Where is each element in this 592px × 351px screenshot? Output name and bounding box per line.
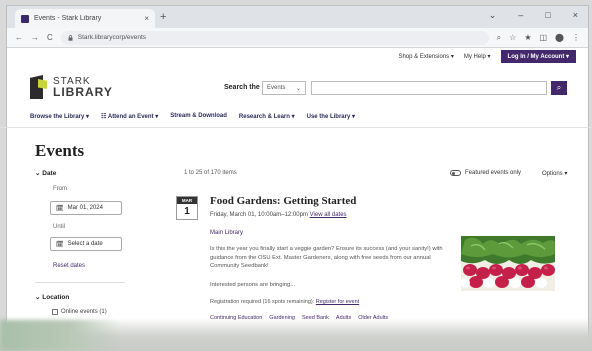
calendar-icon: 🗓	[56, 241, 64, 248]
from-date-value: Mar 01, 2024	[67, 205, 103, 211]
reload-icon[interactable]: C	[47, 33, 53, 42]
new-tab-icon[interactable]: +	[160, 11, 166, 23]
profile-icon[interactable]: ⬤	[555, 33, 564, 43]
nav-use-library[interactable]: Use the Library ▾	[307, 113, 355, 120]
facet-divider	[35, 282, 125, 283]
search-scope-value: Events	[267, 85, 286, 91]
bookmark-star-icon[interactable]: ☆	[509, 33, 516, 43]
until-date-value: Select a date	[67, 241, 103, 247]
search-icon: ⌕	[556, 83, 562, 92]
event-image-radishes[interactable]	[461, 236, 555, 291]
registration-text: Registration required (16 spots remainin…	[210, 299, 315, 305]
calendar-icon: 🗓	[56, 205, 64, 212]
url-text: Stark.librarycorp/events	[77, 34, 147, 41]
maximize-icon[interactable]: □	[545, 10, 550, 21]
toggle-icon	[450, 170, 461, 176]
facet-location-heading[interactable]: ⌄ Location	[35, 293, 69, 301]
address-bar-row: ← → C Stark.librarycorp/events ⌕ ☆ ★ ◫ ⬤…	[7, 28, 588, 48]
event-date-badge: MAR 1	[176, 196, 198, 220]
search-button[interactable]: ⌕	[551, 81, 567, 95]
tab-close-icon[interactable]: ×	[144, 14, 149, 23]
until-date-field[interactable]: 🗓 Select a date	[50, 237, 122, 251]
location-option-label: Online events (1)	[61, 309, 107, 315]
featured-label: Featured events only	[465, 170, 522, 176]
search-input[interactable]	[311, 81, 547, 95]
utility-link-shop[interactable]: Shop & Extensions ▾	[398, 53, 453, 60]
extension-icons: ⌕ ☆ ★ ◫ ⬤ ⋮	[497, 33, 580, 43]
browser-tab[interactable]: Events - Stark Library ×	[15, 9, 155, 28]
window-close-icon[interactable]: ×	[573, 10, 578, 21]
options-dropdown[interactable]: Options ▾	[542, 170, 567, 177]
reset-dates-link[interactable]: Reset dates	[53, 263, 85, 269]
back-icon[interactable]: ←	[15, 33, 23, 42]
until-label: Until	[53, 224, 66, 230]
nav-divider	[0, 127, 592, 128]
event-interest-note: Interested persons are bringing...	[210, 282, 296, 288]
sidepanel-icon[interactable]: ◫	[539, 33, 547, 43]
utility-link-help[interactable]: My Help ▾	[464, 53, 491, 60]
event-description: Is this the year you finally start a veg…	[210, 246, 443, 269]
extension-icon[interactable]: ★	[524, 33, 531, 43]
facet-date-heading[interactable]: ⌄ Date	[35, 169, 56, 177]
photo-foreground-object	[0, 320, 120, 351]
event-title-link[interactable]: Food Gardens: Getting Started	[210, 195, 356, 207]
tab-search-icon[interactable]: ⌄	[489, 10, 497, 21]
featured-toggle[interactable]: Featured events only	[450, 170, 521, 176]
page-title: Events	[35, 141, 85, 160]
minimize-icon[interactable]: –	[518, 10, 523, 21]
event-location-link[interactable]: Main Library	[210, 230, 243, 236]
location-option-online[interactable]: Online events (1)	[52, 309, 107, 315]
results-count: 1 to 25 of 170 items	[184, 170, 237, 176]
from-date-field[interactable]: 🗓 Mar 01, 2024	[50, 201, 122, 215]
logo-line-2: LIBRARY	[53, 85, 113, 99]
menu-dots-icon[interactable]: ⋮	[572, 33, 580, 43]
forward-icon[interactable]: →	[31, 33, 39, 42]
event-datetime-text: Friday, March 01, 10:00am–12:00pm	[210, 212, 308, 218]
utility-bar: Shop & Extensions ▾ My Help ▾ Log In / M…	[398, 48, 592, 64]
register-link[interactable]: Register for event	[316, 299, 359, 305]
search-scope-select[interactable]: Events ⌄	[262, 81, 306, 95]
chevron-down-icon: ⌄	[295, 85, 301, 92]
event-registration: Registration required (16 spots remainin…	[210, 299, 359, 305]
nav-attend-event[interactable]: ☷ Attend an Event ▾	[101, 113, 158, 120]
tab-title: Events - Stark Library	[34, 15, 102, 22]
lock-icon	[68, 34, 73, 41]
checkbox-icon	[52, 309, 58, 315]
window-controls: ⌄ – □ ×	[489, 10, 578, 21]
logo-mark-icon	[30, 75, 47, 99]
view-all-dates-link[interactable]: View all dates	[310, 212, 347, 218]
favicon-icon	[21, 14, 29, 23]
event-datetime: Friday, March 01, 10:00am–12:00pm View a…	[210, 212, 347, 218]
nav-stream-download[interactable]: Stream & Download	[170, 113, 227, 120]
nav-browse[interactable]: Browse the Library ▾	[30, 113, 89, 120]
from-label: From	[53, 186, 67, 192]
tab-strip: Events - Stark Library × + ⌄ – □ ×	[7, 6, 588, 28]
search-label: Search the	[224, 84, 260, 91]
url-field[interactable]: Stark.librarycorp/events	[60, 30, 489, 45]
main-nav: Browse the Library ▾ ☷ Attend an Event ▾…	[30, 113, 355, 120]
nav-research-learn[interactable]: Research & Learn ▾	[239, 113, 295, 120]
stark-library-logo[interactable]: STARK LIBRARY	[30, 75, 113, 99]
event-day: 1	[184, 206, 190, 217]
login-button[interactable]: Log In / My Account ▾	[500, 49, 576, 63]
zoom-icon[interactable]: ⌕	[497, 33, 501, 43]
event-month: MAR	[177, 197, 197, 204]
